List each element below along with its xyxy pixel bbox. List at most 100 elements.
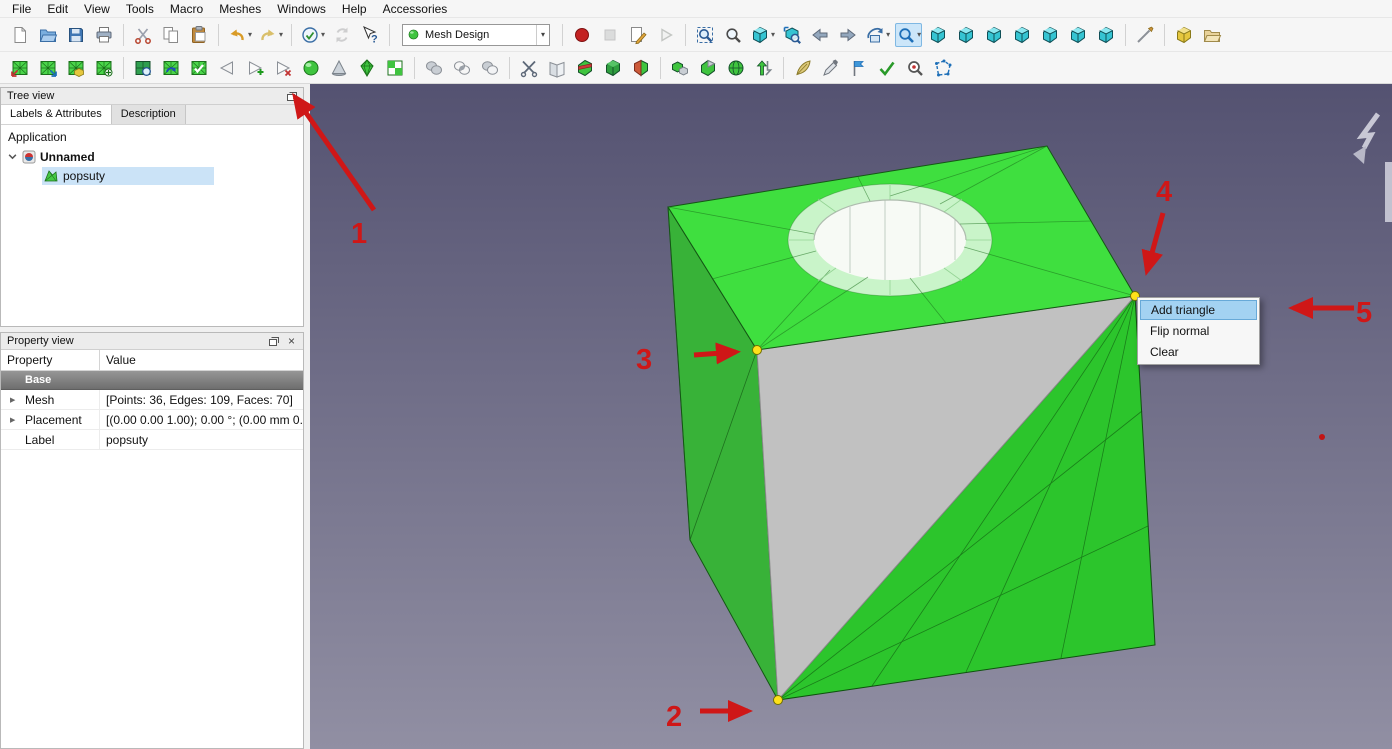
view-axonometric[interactable] [926,23,950,47]
mesh-unwrap[interactable] [752,56,776,80]
property-value[interactable]: popsuty [100,430,303,449]
macro-edit[interactable] [626,23,650,47]
tree-item-mesh[interactable]: popsuty [1,166,303,185]
mesh-section[interactable] [601,56,625,80]
mesh-evaluate-repair[interactable] [187,56,211,80]
chevron-down-icon[interactable]: ▾ [771,30,775,39]
mesh-curvature-analyze[interactable] [131,56,155,80]
std-refresh[interactable] [330,23,354,47]
column-header-value[interactable]: Value [100,350,303,370]
std-redo[interactable]: ▾ [257,23,284,47]
mesh-boolean-difference[interactable] [478,56,502,80]
measure-distance[interactable] [1133,23,1157,47]
menu-accessories[interactable]: Accessories [375,1,456,17]
tree-body[interactable]: Application Unnamed popsuty [1,125,303,326]
mesh-cross-sections[interactable] [629,56,653,80]
property-row-placement[interactable]: ▶ Placement [(0.00 0.00 1.00); 0.00 °; (0.… [1,410,303,430]
mesh-split[interactable] [696,56,720,80]
menu-meshes[interactable]: Meshes [211,1,269,17]
view-zoom-box[interactable] [780,23,804,47]
std-open[interactable] [36,23,60,47]
std-edit-mode[interactable]: ▾ [299,23,326,47]
mesh-flip-normals[interactable] [215,56,239,80]
view-front[interactable] [954,23,978,47]
menu-help[interactable]: Help [334,1,375,17]
mesh-vertex-color[interactable] [819,56,843,80]
expander-icon[interactable]: ▶ [10,396,15,404]
std-print[interactable] [92,23,116,47]
mesh-polygon-cut[interactable] [931,56,955,80]
view-zoom-tool[interactable]: ▾ [895,22,923,47]
chevron-down-icon[interactable]: ▾ [886,30,890,39]
std-save[interactable] [64,23,88,47]
create-group[interactable] [1200,23,1224,47]
mesh-boolean-intersection[interactable] [450,56,474,80]
view-right[interactable] [1010,23,1034,47]
mesh-regular-solid[interactable] [355,56,379,80]
nav-forward[interactable] [836,23,860,47]
property-value[interactable]: [Points: 36, Edges: 109, Faces: 70] [100,390,303,409]
menu-file[interactable]: File [4,1,39,17]
mesh-remove-components[interactable] [271,56,295,80]
vertex-marker-middle[interactable] [752,345,762,355]
mesh-merge[interactable] [668,56,692,80]
menu-windows[interactable]: Windows [269,1,334,17]
expander-icon[interactable]: ▶ [10,416,15,424]
view-left[interactable] [1094,23,1118,47]
chevron-down-icon[interactable] [6,152,18,161]
property-group-base[interactable]: Base [1,371,303,390]
mesh-add-triangle[interactable] [243,56,267,80]
close-icon[interactable]: × [284,335,299,348]
std-whats-this[interactable]: ? [358,23,382,47]
mesh-scale[interactable] [724,56,748,80]
create-part[interactable] [1172,23,1196,47]
workbench-selector[interactable]: Mesh Design ▾ [402,23,551,46]
chevron-down-icon[interactable]: ▾ [248,30,252,39]
mesh-trim-by-plane[interactable] [573,56,597,80]
mesh-smooth[interactable] [299,56,323,80]
property-row-label[interactable]: Label popsuty [1,430,303,450]
menu-tools[interactable]: Tools [118,1,162,17]
tab-description[interactable]: Description [111,105,186,124]
context-menu-item-flip-normal[interactable]: Flip normal [1140,320,1257,341]
chevron-down-icon[interactable]: ▾ [279,30,283,39]
view-top[interactable] [982,23,1006,47]
mesh-import[interactable] [8,56,32,80]
mesh-cut[interactable] [517,56,541,80]
mesh-validate[interactable] [875,56,899,80]
view-fit-selection[interactable] [721,23,745,47]
menu-view[interactable]: View [76,1,118,17]
chevron-down-icon[interactable]: ▾ [917,30,921,39]
view-navigation[interactable]: ▾ [864,23,891,47]
menu-edit[interactable]: Edit [39,1,76,17]
chevron-down-icon[interactable]: ▾ [321,30,325,39]
vertex-marker-bottom[interactable] [773,695,783,705]
macro-debug[interactable] [654,23,678,47]
std-undo[interactable]: ▾ [226,23,253,47]
viewport-canvas[interactable] [310,84,1392,749]
float-panel-icon[interactable] [284,90,299,103]
mesh-object[interactable] [667,145,1156,705]
mesh-smooth-region[interactable] [791,56,815,80]
tree-selection-highlight[interactable]: popsuty [42,166,214,185]
tree-root-application[interactable]: Application [1,128,303,147]
std-new[interactable] [8,23,32,47]
context-menu-item-add-triangle[interactable]: Add triangle [1140,300,1257,320]
mesh-refine[interactable] [92,56,116,80]
mesh-boundary[interactable] [383,56,407,80]
menu-macro[interactable]: Macro [162,1,211,17]
tree-item-document[interactable]: Unnamed [1,147,303,166]
mesh-inspect[interactable] [903,56,927,80]
view-rear[interactable] [1038,23,1062,47]
mesh-from-shape[interactable] [64,56,88,80]
mesh-decimate[interactable] [327,56,351,80]
nav-back[interactable] [808,23,832,47]
property-value[interactable]: [(0.00 0.00 1.00); 0.00 °; (0.00 mm 0... [100,410,303,429]
view-bottom[interactable] [1066,23,1090,47]
view-draw-style[interactable]: ▾ [749,23,776,47]
std-paste[interactable] [187,23,211,47]
chevron-down-icon[interactable]: ▾ [536,24,549,45]
column-header-property[interactable]: Property [1,350,100,370]
std-cut[interactable] [131,23,155,47]
mesh-export[interactable] [36,56,60,80]
